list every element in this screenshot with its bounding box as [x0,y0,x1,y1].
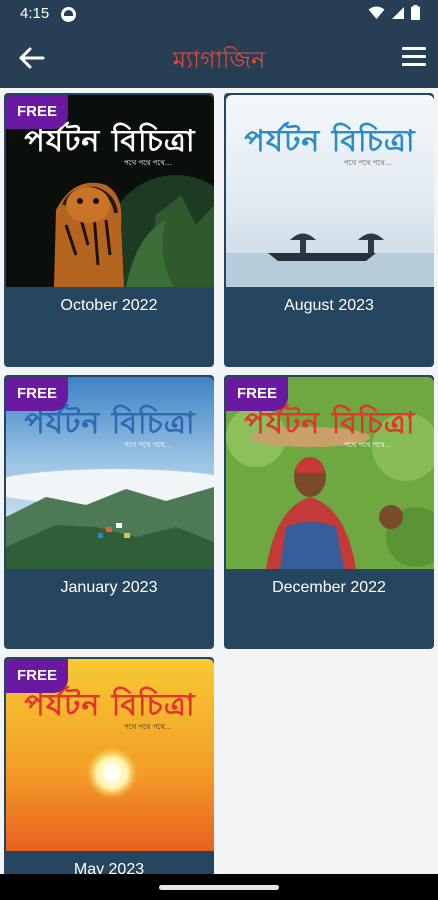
magazine-cover: পর্যটন বিচিত্রা পথে পথে পথে... [226,95,434,287]
magazine-label: December 2022 [272,579,386,596]
notification-icon [61,7,76,22]
free-badge: FREE [6,377,68,411]
status-time: 4:15 [20,5,50,22]
magazine-card-may-2023[interactable]: পর্যটন বিচিত্রা পথে পথে পথে... FREE May … [2,655,216,874]
magazine-tagline: পথে পথে পথে... [344,159,392,167]
magazine-label: May 2023 [73,861,145,874]
menu-icon[interactable] [402,47,426,69]
free-badge: FREE [6,95,68,129]
magazine-card-january-2023[interactable]: পর্যটন বিচিত্রা পথে পথে পথে... FREE Janu… [2,373,216,651]
magazine-tagline: পথে পথে পথে... [124,723,172,731]
app-bar: ম্যাগাজিন [0,28,438,88]
system-nav-bar [0,874,438,900]
magazine-label: October 2022 [60,297,158,314]
free-badge: FREE [6,659,68,693]
home-gesture-handle[interactable] [159,885,279,890]
free-badge: FREE [226,377,288,411]
status-bar: 4:15 [0,0,438,28]
magazine-card-december-2022[interactable]: পর্যটন বিচিত্রা পথে পথে পথে... FREE Dece… [222,373,436,651]
magazine-label: January 2023 [60,579,158,596]
magazine-tagline: পথে পথে পথে... [124,441,172,449]
signal-icon [392,6,404,19]
magazine-grid: পর্যটন বিচিত্রা পথে পথে পথে... FREE Octo… [0,88,438,874]
magazine-label: August 2023 [284,297,374,314]
page-title: ম্যাগাজিন [172,46,266,74]
magazine-tagline: পথে পথে পথে... [124,159,172,167]
magazine-tagline: পথে পথে পথে... [344,441,392,449]
magazine-card-october-2022[interactable]: পর্যটন বিচিত্রা পথে পথে পথে... FREE Octo… [2,91,216,369]
status-icons [368,5,420,20]
magazine-card-august-2023[interactable]: পর্যটন বিচিত্রা পথে পথে পথে... August 20… [222,91,436,369]
battery-icon [411,5,420,20]
wifi-icon [368,6,385,19]
